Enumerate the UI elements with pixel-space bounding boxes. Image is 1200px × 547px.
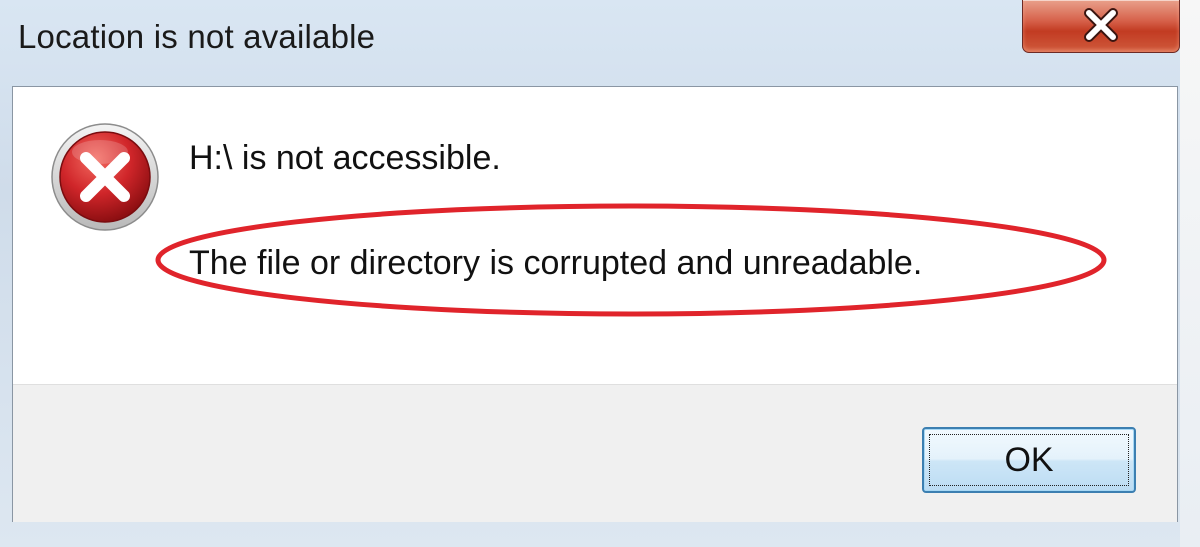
dialog-content: H:\ is not accessible. The file or direc… [12,86,1178,522]
close-icon [1084,8,1118,42]
error-heading: H:\ is not accessible. [189,139,501,177]
error-detail: The file or directory is corrupted and u… [189,244,923,282]
ok-button[interactable]: OK [922,427,1136,493]
ok-label: OK [1004,441,1054,479]
title-bar[interactable]: Location is not available [0,0,1200,84]
error-icon [51,123,159,231]
button-bar: OK [13,384,1177,522]
dialog-window: Location is not available H:\ is not acc… [0,0,1200,547]
message-area: H:\ is not accessible. The file or direc… [13,87,1177,384]
window-title: Location is not available [18,18,376,55]
close-button[interactable] [1022,0,1180,53]
